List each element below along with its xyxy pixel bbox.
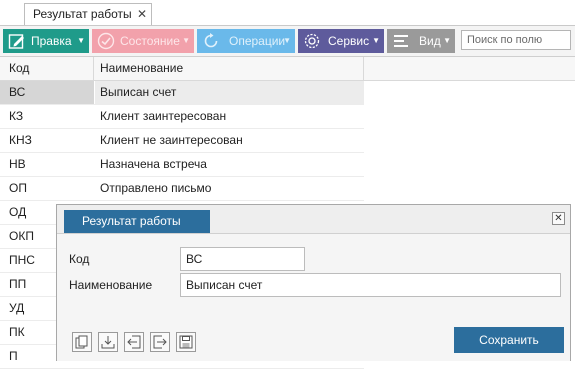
cell-name: Назначена встреча	[100, 157, 207, 171]
column-header-code[interactable]: Код	[0, 57, 94, 80]
import-button[interactable]	[124, 332, 144, 352]
table-row[interactable]: КЗ Клиент заинтересован	[0, 105, 364, 129]
save-disk-icon	[179, 335, 193, 349]
copy-icon	[75, 335, 88, 349]
search-input[interactable]	[461, 30, 571, 50]
view-menu-button[interactable]: Вид ▼	[387, 29, 455, 53]
dialog-body: Код Наименование	[57, 233, 570, 361]
chevron-down-icon: ▼	[77, 36, 85, 45]
save-button[interactable]: Сохранить	[454, 327, 564, 353]
name-label: Наименование	[69, 278, 153, 292]
edit-icon	[8, 34, 24, 49]
close-icon[interactable]: ✕	[137, 4, 147, 24]
view-label: Вид	[419, 34, 441, 48]
chevron-down-icon: ▼	[372, 36, 380, 45]
cell-name: Отправлено письмо	[100, 181, 212, 195]
dialog-titlebar: Результат работы ✕	[57, 205, 570, 233]
refresh-icon	[204, 33, 218, 48]
operations-label: Операции	[229, 34, 286, 48]
table-row[interactable]: НВ Назначена встреча	[0, 153, 364, 177]
column-header-name[interactable]: Наименование	[95, 57, 364, 80]
download-icon	[101, 336, 115, 349]
check-circle-icon	[97, 32, 115, 50]
table-row[interactable]: ВС Выписан счет	[0, 81, 364, 105]
cell-code: НВ	[9, 157, 26, 171]
copy-button[interactable]	[72, 332, 92, 352]
tab-result[interactable]: Результат работы ✕	[24, 3, 152, 25]
table-row[interactable]: КНЗ Клиент не заинтересован	[0, 129, 364, 153]
cell-code: ОП	[9, 181, 27, 195]
edit-label: Правка	[31, 34, 72, 48]
cell-name: Клиент не заинтересован	[100, 133, 243, 147]
save-disk-button[interactable]	[176, 332, 196, 352]
edit-menu-button[interactable]: Правка ▼	[3, 29, 89, 53]
close-icon[interactable]: ✕	[552, 212, 565, 225]
chevron-down-icon: ▼	[182, 36, 190, 45]
grid-header: Код Наименование	[0, 57, 575, 81]
status-menu-button[interactable]: Состояние ▼	[92, 29, 194, 53]
cell-code: ВС	[0, 81, 94, 104]
service-menu-button[interactable]: Сервис ▼	[298, 29, 384, 53]
export-icon	[153, 335, 167, 349]
tab-title: Результат работы	[33, 7, 132, 21]
service-label: Сервис	[328, 34, 370, 48]
status-label: Состояние	[120, 34, 180, 48]
edit-dialog: Результат работы ✕ Код Наименование	[56, 204, 571, 361]
code-label: Код	[69, 252, 90, 266]
code-field[interactable]	[180, 247, 305, 271]
name-field[interactable]	[180, 273, 561, 297]
table-row[interactable]: ОП Отправлено письмо	[0, 177, 364, 201]
cell-name: Выписан счет	[95, 81, 364, 104]
export-button[interactable]	[150, 332, 170, 352]
cell-code: КЗ	[9, 109, 24, 123]
import-icon	[127, 335, 141, 349]
view-list-icon	[394, 35, 408, 47]
toolbar: Правка ▼ Состояние ▼ Операции ▼ Сервис ▼	[0, 26, 575, 57]
dialog-title: Результат работы	[64, 210, 210, 233]
download-button[interactable]	[98, 332, 118, 352]
chevron-down-icon: ▼	[443, 36, 451, 45]
cell-code: КНЗ	[9, 133, 32, 147]
tab-strip: Результат работы ✕	[0, 0, 575, 26]
service-gear-icon	[304, 33, 320, 49]
chevron-down-icon: ▼	[283, 36, 291, 45]
operations-menu-button[interactable]: Операции ▼	[197, 29, 295, 53]
cell-name: Клиент заинтересован	[100, 109, 227, 123]
